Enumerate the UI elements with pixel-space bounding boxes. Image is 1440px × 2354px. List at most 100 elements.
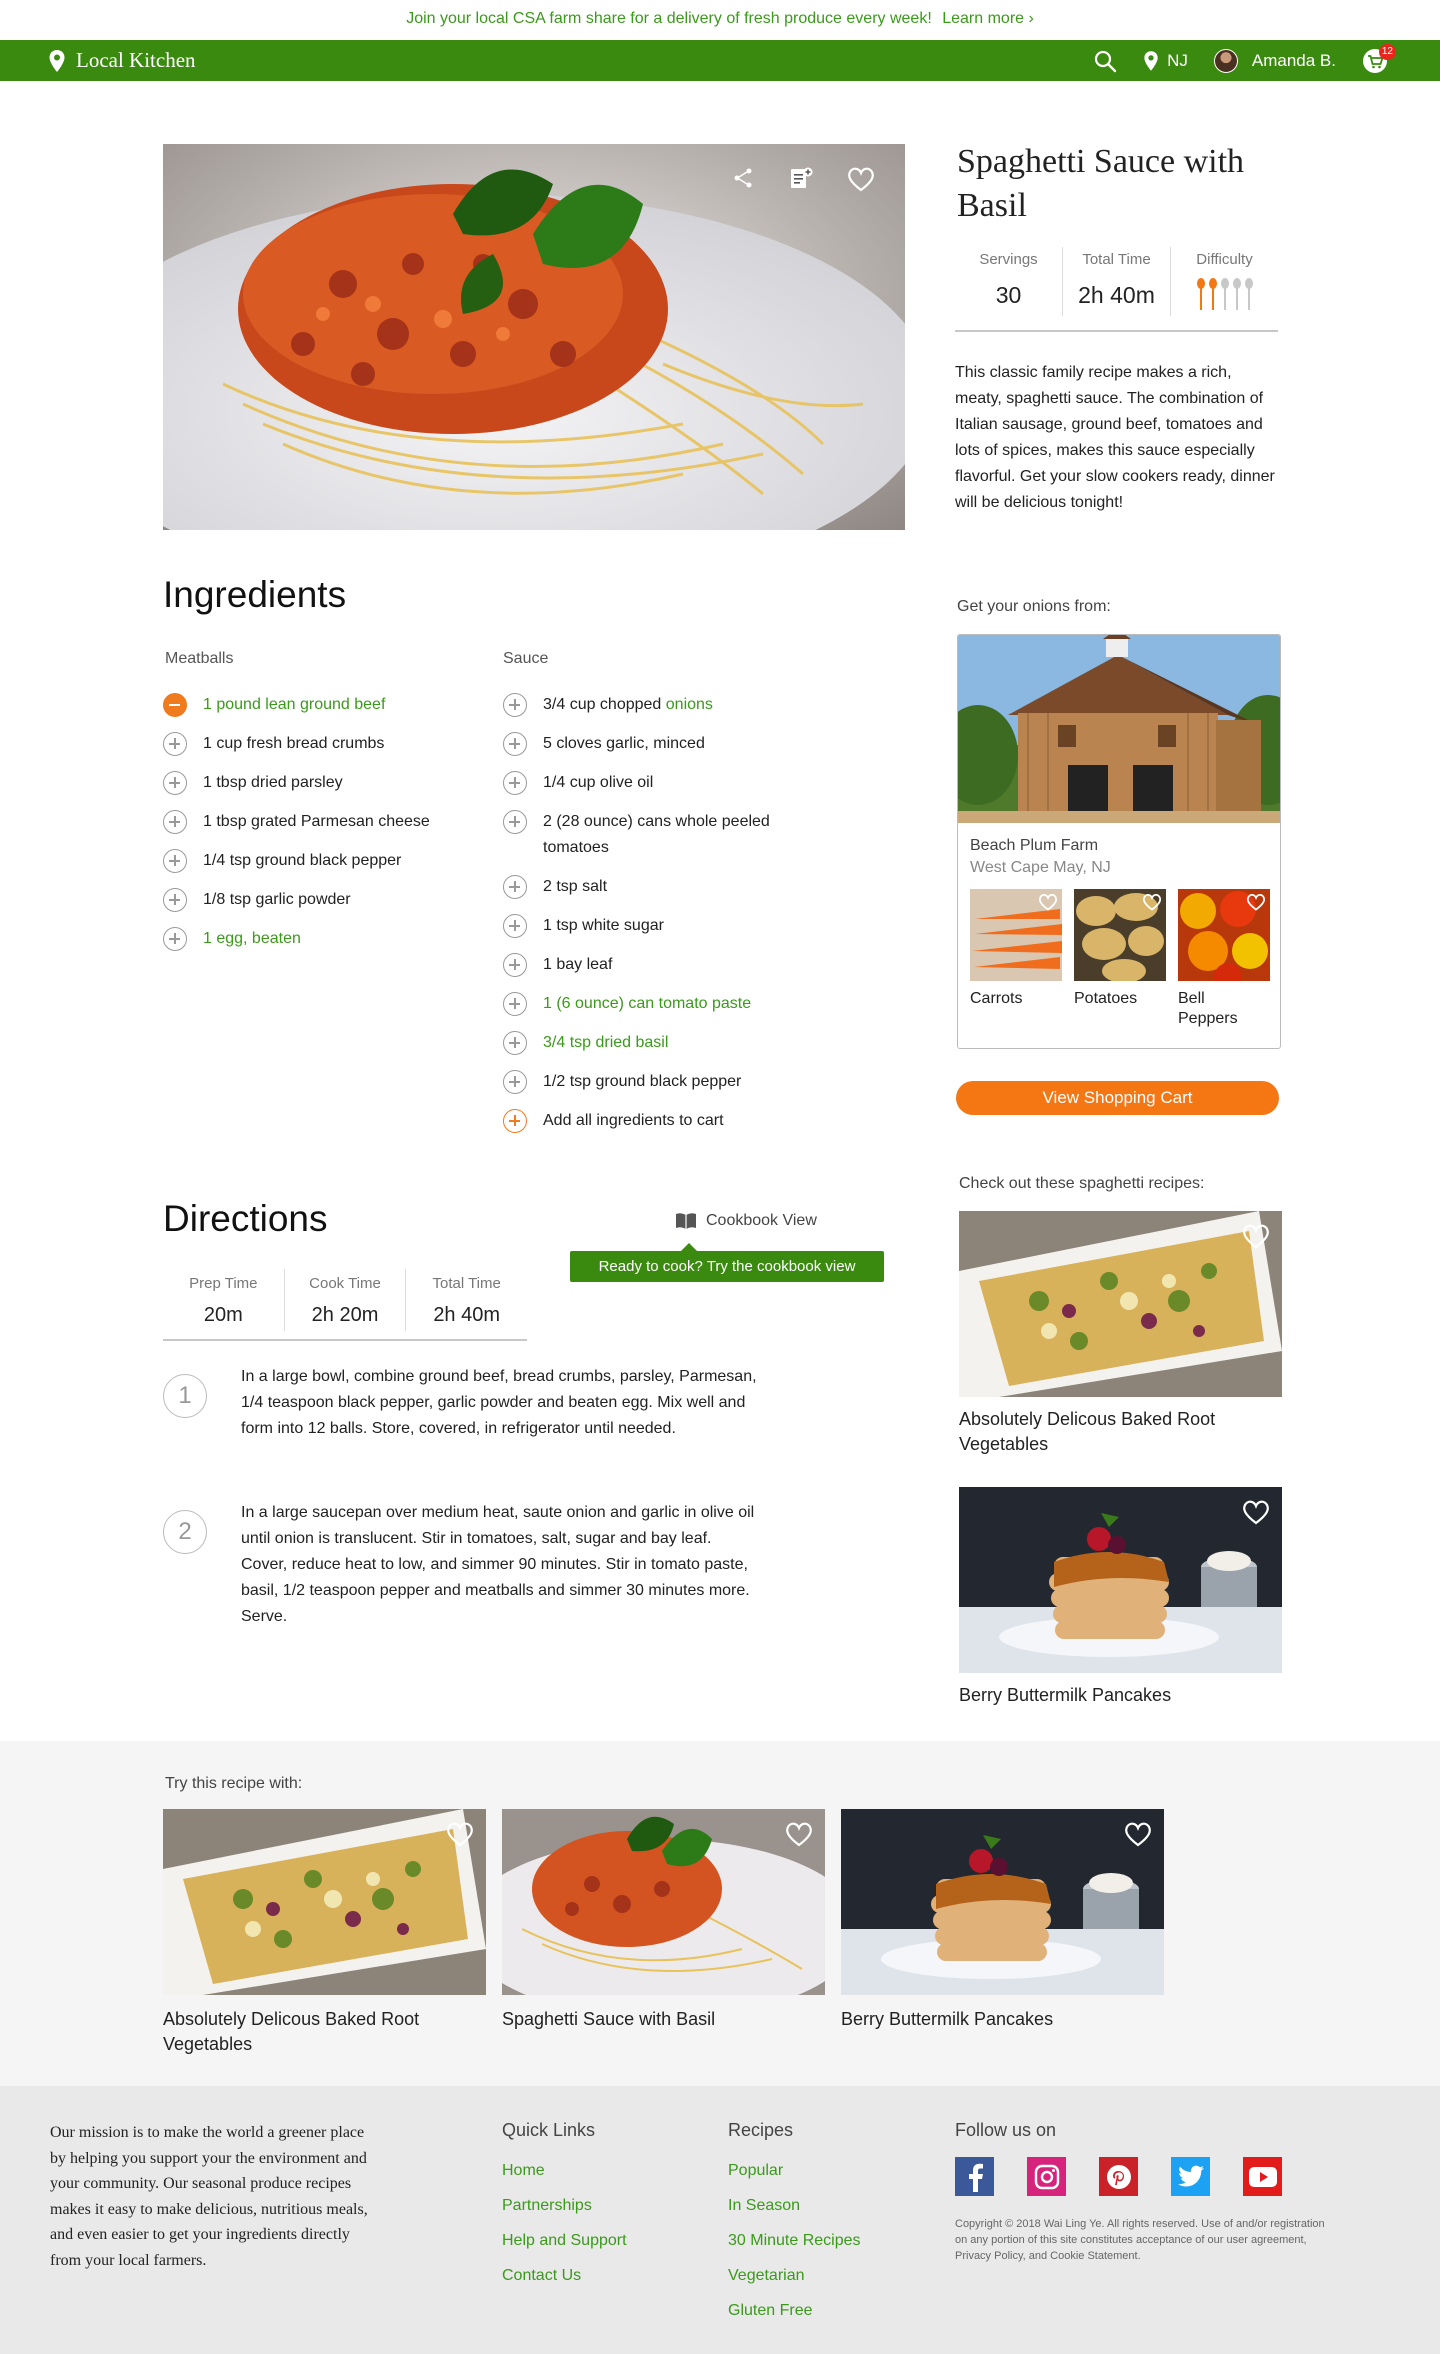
add-all-to-cart[interactable]: Add all ingredients to cart [503,1108,803,1134]
user-menu[interactable]: Amanda B. [1213,48,1336,73]
footer-link-30-minute[interactable]: 30 Minute Recipes [728,2223,861,2258]
servings-stat: Servings 30 [955,247,1063,316]
ingredient-text: 3/4 tsp dried basil [543,1034,669,1051]
related-recipe-card[interactable]: Spaghetti Sauce with Basil [502,1809,825,2032]
add-ingredient-icon[interactable] [503,953,527,977]
stat-value: 20m [203,1304,243,1326]
add-ingredient-icon[interactable] [163,849,187,873]
meatballs-heading: Meatballs [165,650,234,667]
quick-links-heading: Quick Links [502,2120,596,2140]
step-text: In a large saucepan over medium heat, sa… [241,1504,755,1625]
ingredient-item: 3/4 cup chopped onions [503,692,803,718]
cook-time-stat: Cook Time 2h 20m [285,1269,407,1331]
prep-time-stat: Prep Time 20m [163,1269,285,1331]
farm-card[interactable]: Beach Plum Farm West Cape May, NJ Carrot… [957,634,1281,1049]
add-ingredient-icon[interactable] [163,732,187,756]
spaghetti-photo [163,144,905,530]
share-icon[interactable] [731,166,755,190]
difficulty-spoon-filled [1196,278,1205,310]
cart-count-badge: 12 [1378,43,1396,60]
sauce-heading: Sauce [503,650,549,667]
add-ingredient-icon[interactable] [503,1031,527,1055]
twitter-icon[interactable] [1171,2157,1210,2196]
add-ingredient-icon[interactable] [503,771,527,795]
directions-time-stats: Prep Time 20m Cook Time 2h 20m Total Tim… [163,1265,527,1341]
ingredient-item: 1/4 tsp ground black pepper [163,848,463,874]
step-number: 2 [163,1510,207,1554]
favorite-heart-icon[interactable] [1242,1499,1270,1525]
view-shopping-cart-button[interactable]: View Shopping Cart [956,1081,1279,1115]
produce-item-carrots[interactable]: Carrots [970,889,1062,1029]
search-icon [1095,50,1117,72]
ingredient-text: 1 egg, beaten [203,930,301,947]
footer-link-home[interactable]: Home [502,2153,627,2188]
direction-step: 2 In a large saucepan over medium heat, … [163,1500,763,1630]
favorite-heart-icon[interactable] [847,166,875,192]
add-ingredient-icon[interactable] [163,888,187,912]
ingredient-text: 1/4 tsp ground black pepper [203,852,402,869]
add-ingredient-icon[interactable] [163,810,187,834]
footer-link-gluten-free[interactable]: Gluten Free [728,2293,861,2328]
footer-link-help[interactable]: Help and Support [502,2223,627,2258]
add-ingredient-icon[interactable] [503,875,527,899]
stat-label: Difficulty [1196,251,1253,268]
produce-item-bell-peppers[interactable]: Bell Peppers [1178,889,1270,1029]
cookbook-view-toggle[interactable]: Cookbook View [674,1212,817,1230]
pinterest-icon[interactable] [1099,2157,1138,2196]
favorite-heart-icon[interactable] [1242,1223,1270,1249]
promo-learn-more-link[interactable]: Learn more › [942,10,1034,27]
add-ingredient-icon[interactable] [163,771,187,795]
related-recipe-card[interactable]: Absolutely Delicous Baked Root Vegetable… [163,1809,486,2057]
add-all-icon[interactable] [503,1109,527,1133]
ingredient-item: 2 (28 ounce) cans whole peeled tomatoes [503,809,803,861]
ingredient-item: 3/4 tsp dried basil [503,1030,803,1056]
favorite-heart-icon[interactable] [446,1821,474,1847]
direction-step: 1 In a large bowl, combine ground beef, … [163,1364,763,1442]
favorite-heart-icon[interactable] [785,1821,813,1847]
footer-link-popular[interactable]: Popular [728,2153,861,2188]
add-ingredient-icon[interactable] [503,732,527,756]
ingredient-text: 1 tsp white sugar [543,917,664,934]
footer-link-vegetarian[interactable]: Vegetarian [728,2258,861,2293]
stat-value: 2h 20m [311,1304,379,1326]
difficulty-rating [1171,278,1278,310]
related-recipe-card[interactable]: Berry Buttermilk Pancakes [841,1809,1164,2032]
instagram-icon[interactable] [1027,2157,1066,2196]
suggested-recipe-card[interactable]: Berry Buttermilk Pancakes [959,1487,1282,1708]
add-ingredient-icon[interactable] [503,914,527,938]
stat-label: Total Time [1082,251,1151,268]
cart-button[interactable]: 12 [1362,43,1396,74]
add-ingredient-icon[interactable] [503,1070,527,1094]
ingredient-text: 2 tsp salt [543,878,608,895]
suggested-recipe-card[interactable]: Absolutely Delicous Baked Root Vegetable… [959,1211,1282,1457]
add-ingredient-icon[interactable] [163,927,187,951]
produce-name: Potatoes [1074,990,1138,1007]
produce-item-potatoes[interactable]: Potatoes [1074,889,1166,1029]
add-ingredient-icon[interactable] [503,693,527,717]
search-button[interactable] [1093,49,1117,73]
ingredient-text: 2 (28 ounce) cans whole peeled tomatoes [543,813,770,856]
favorite-heart-icon[interactable] [1124,1821,1152,1847]
location-selector[interactable]: NJ [1143,50,1188,72]
add-ingredient-icon[interactable] [503,810,527,834]
remove-ingredient-icon[interactable] [163,693,187,717]
map-pin-icon [49,49,65,72]
farm-source-label: Get your onions from: [957,598,1111,615]
facebook-icon[interactable] [955,2157,994,2196]
recipes-heading: Recipes [728,2120,794,2140]
produce-name: Bell Peppers [1178,990,1238,1027]
footer-link-partnerships[interactable]: Partnerships [502,2188,627,2223]
footer-link-in-season[interactable]: In Season [728,2188,861,2223]
favorite-heart-icon[interactable] [1246,893,1266,911]
onions-link[interactable]: onions [666,696,713,713]
youtube-icon[interactable] [1243,2157,1282,2196]
try-this-recipe-with-section: Try this recipe with: Absolutely Delicou… [0,1741,1440,2086]
favorite-heart-icon[interactable] [1038,893,1058,911]
favorite-heart-icon[interactable] [1142,893,1162,911]
add-all-label: Add all ingredients to cart [543,1112,724,1129]
footer-link-contact[interactable]: Contact Us [502,2258,627,2293]
add-to-list-icon[interactable] [789,166,813,190]
brand-logo[interactable]: Local Kitchen [48,40,196,81]
total-time-stat: Total Time 2h 40m [406,1269,527,1331]
add-ingredient-icon[interactable] [503,992,527,1016]
